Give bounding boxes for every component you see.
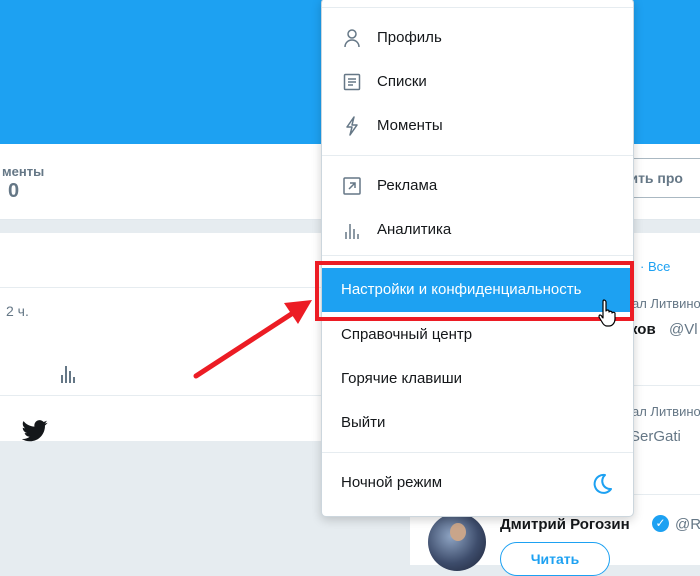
annotation-highlight-box — [315, 261, 634, 321]
menu-item-keyboard-shortcuts[interactable]: Горячие клавиши — [322, 357, 633, 401]
menu-item-analytics[interactable]: Аналитика — [322, 208, 633, 252]
menu-item-label: Справочный центр — [341, 326, 473, 343]
menu-divider — [322, 452, 633, 453]
menu-divider — [322, 155, 633, 156]
follow-button[interactable]: Читать — [500, 542, 610, 576]
moments-stat-value[interactable]: 0 — [8, 180, 19, 203]
suggested-user-handle: @R — [675, 516, 700, 533]
suggested-user-handle: @Vl — [669, 321, 698, 338]
analytics-icon — [345, 224, 359, 239]
arrow-up-right-icon — [343, 177, 361, 195]
menu-item-ads[interactable]: Реклама — [322, 164, 633, 208]
menu-item-lists[interactable]: Списки — [322, 60, 633, 104]
menu-item-label: Реклама — [377, 177, 438, 194]
suggested-user-handle: SerGati — [630, 428, 681, 445]
menu-item-label: Горячие клавиши — [341, 370, 463, 387]
menu-item-label: Ночной режим — [341, 474, 443, 491]
menu-item-label: Профиль — [377, 29, 442, 46]
menu-divider — [322, 7, 633, 8]
hand-cursor-icon — [598, 299, 616, 327]
suggested-user-name[interactable]: Дмитрий Рогозин — [500, 516, 630, 533]
avatar[interactable] — [428, 513, 486, 571]
menu-item-label: Моменты — [377, 117, 443, 134]
menu-item-profile[interactable]: Профиль — [322, 16, 633, 60]
list-icon — [343, 73, 361, 91]
follow-context: ал Литвино — [632, 404, 700, 419]
tweet-timestamp[interactable]: 2 ч. — [6, 303, 29, 319]
menu-item-night-mode[interactable]: Ночной режим — [322, 461, 633, 505]
menu-item-moments[interactable]: Моменты — [322, 104, 633, 148]
follow-context: ал Литвино — [632, 296, 700, 311]
menu-item-label: Выйти — [341, 414, 386, 431]
lightning-icon — [346, 116, 358, 136]
verified-badge-icon: ✓ — [652, 515, 669, 532]
view-all-link[interactable]: · Все — [640, 259, 670, 274]
moon-icon[interactable] — [590, 472, 614, 496]
menu-item-label: Аналитика — [377, 221, 452, 238]
moments-stat-label[interactable]: менты — [2, 164, 44, 179]
person-icon — [344, 29, 360, 48]
menu-item-logout[interactable]: Выйти — [322, 401, 633, 445]
tweet-analytics-icon[interactable] — [61, 366, 75, 383]
menu-divider — [322, 255, 633, 256]
menu-item-label: Списки — [377, 73, 427, 90]
twitter-bird-icon — [22, 420, 48, 442]
